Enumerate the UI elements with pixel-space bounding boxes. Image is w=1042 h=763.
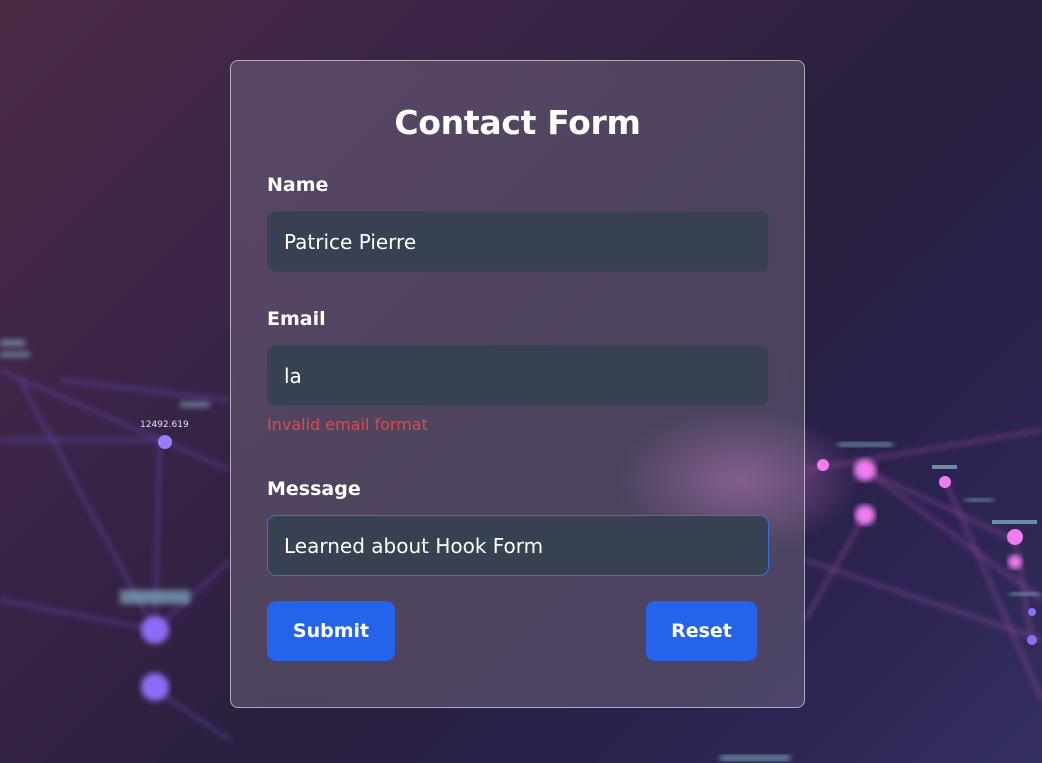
contact-form-card: Contact Form Name Patrice Pierre Email l… bbox=[230, 60, 805, 708]
message-label: Message bbox=[267, 478, 361, 500]
email-input[interactable]: la bbox=[267, 345, 769, 406]
name-label: Name bbox=[267, 174, 329, 196]
submit-button[interactable]: Submit bbox=[267, 601, 395, 661]
message-input[interactable]: Learned about Hook Form bbox=[267, 515, 769, 576]
email-error-message: Invalid email format bbox=[267, 415, 428, 434]
reset-button[interactable]: Reset bbox=[646, 601, 757, 661]
node-label: 12492.619 bbox=[140, 420, 189, 430]
form-title: Contact Form bbox=[394, 103, 641, 142]
email-label: Email bbox=[267, 308, 326, 330]
name-input[interactable]: Patrice Pierre bbox=[267, 211, 769, 272]
